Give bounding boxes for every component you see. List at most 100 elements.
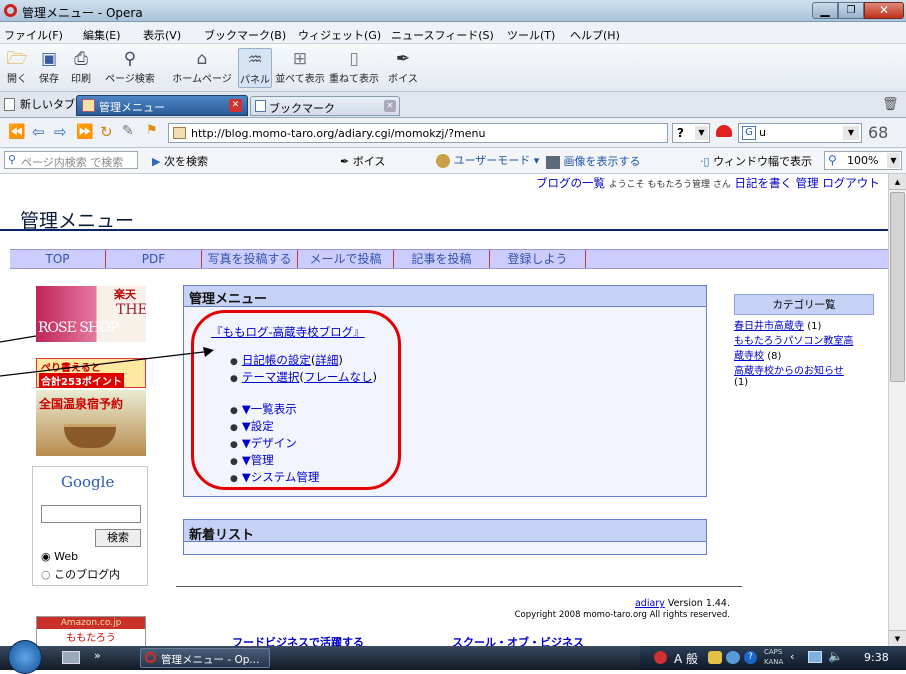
- admin-link[interactable]: 管理: [796, 176, 819, 190]
- menu-bookmarks[interactable]: ブックマーク(B): [204, 27, 286, 43]
- fit-width-button[interactable]: ·▯ ウィンドウ幅で表示: [700, 153, 812, 169]
- nav-top[interactable]: TOP: [10, 250, 106, 268]
- ime-indicator[interactable]: A 般: [674, 650, 698, 667]
- edit-icon[interactable]: ✎: [122, 123, 134, 139]
- ime-tool-icon[interactable]: [708, 651, 722, 664]
- network-icon[interactable]: [808, 651, 822, 663]
- magnifier-icon: ⚲: [123, 49, 137, 69]
- zoom-binoculars-icon[interactable]: 68: [868, 123, 888, 142]
- title-underline: [0, 229, 888, 231]
- find-input[interactable]: ⚲ ページ内検索 で検索: [4, 151, 138, 169]
- wooden-tub-icon: [64, 424, 116, 448]
- nav-mail[interactable]: メールで投稿: [298, 250, 394, 268]
- adiary-link[interactable]: adiary: [635, 598, 665, 609]
- panel-button[interactable]: ♒ パネル: [238, 48, 272, 88]
- tab-bookmarks-label: ブックマーク: [269, 102, 335, 115]
- tab-bookmarks[interactable]: ブックマーク ✕: [250, 96, 400, 116]
- home-button[interactable]: ⌂ ホームページ: [170, 48, 234, 88]
- menu-edit[interactable]: 編集(E): [83, 27, 121, 43]
- restore-button[interactable]: ❐: [838, 2, 864, 19]
- tile-button[interactable]: ⊞ 並べて表示: [274, 48, 326, 88]
- nav-register[interactable]: 登録しよう: [490, 250, 586, 268]
- start-button[interactable]: [8, 640, 42, 674]
- tray-chevron-icon[interactable]: ‹: [790, 650, 794, 663]
- back-icon[interactable]: ⇦: [32, 123, 45, 141]
- reload-icon[interactable]: ↻: [100, 123, 113, 141]
- url-field[interactable]: http://blog.momo-taro.org/adiary.cgi/mom…: [168, 123, 668, 143]
- trash-icon[interactable]: 🗑: [882, 97, 899, 112]
- scroll-up-icon[interactable]: ▲: [889, 174, 906, 190]
- voice-button[interactable]: ✒ ボイス: [384, 48, 422, 88]
- minimize-button[interactable]: ▁: [812, 2, 838, 19]
- opera-logo-icon: [4, 4, 17, 17]
- onsen-label: 全国温泉宿予約: [39, 397, 124, 411]
- amazon-banner[interactable]: Amazon.co.jp ももたろう: [36, 616, 146, 646]
- rewind-icon[interactable]: ⏪: [8, 124, 25, 140]
- taskbar-task-label: 管理メニュー - Op...: [161, 654, 260, 666]
- google-query-input[interactable]: [41, 505, 141, 523]
- tab-close-icon[interactable]: ✕: [384, 100, 396, 112]
- menu-widgets[interactable]: ウィジェット(G): [298, 27, 381, 43]
- new-tab-button[interactable]: 新しいタブ: [4, 96, 75, 114]
- category-box: カテゴリ一覧 春日井市高蔵寺 (1) ももたろうパソコン教室高 蔵寺校 (8) …: [734, 294, 886, 388]
- open-button[interactable]: 🗁 開く: [2, 48, 32, 88]
- blog-list-link[interactable]: ブログの一覧: [536, 176, 605, 190]
- page-favicon: [82, 99, 95, 112]
- logout-link[interactable]: ログアウト: [822, 176, 880, 190]
- voice-toolbar-button[interactable]: ✒ ボイス: [340, 153, 385, 169]
- nav-pdf[interactable]: PDF: [106, 250, 202, 268]
- radio-blog[interactable]: ○ このブログ内: [41, 566, 120, 582]
- nav-photo[interactable]: 写真を投稿する: [202, 250, 298, 268]
- fit-width-icon: ·▯: [700, 155, 710, 168]
- google-search-button[interactable]: 検索: [95, 529, 141, 547]
- help-dropdown[interactable]: ? ▼: [672, 123, 710, 143]
- save-button[interactable]: ▣ 保存: [34, 48, 64, 88]
- show-desktop-icon[interactable]: [62, 651, 80, 664]
- search-field[interactable]: G u ▼: [738, 123, 862, 143]
- menu-feeds[interactable]: ニュースフィード(S): [391, 27, 494, 43]
- menu-help[interactable]: ヘルプ(H): [570, 27, 620, 43]
- play-icon: ▶: [152, 155, 164, 168]
- menu-tools[interactable]: ツール(T): [507, 27, 555, 43]
- ime-dict-icon[interactable]: [726, 651, 740, 664]
- taskbar-opera-window[interactable]: 管理メニュー - Op...: [140, 648, 270, 668]
- scroll-thumb[interactable]: [890, 192, 905, 382]
- amazon-title: ももたろう: [66, 633, 116, 644]
- search-engine-icon[interactable]: [716, 125, 732, 137]
- radio-web[interactable]: ◉ Web: [41, 550, 78, 563]
- find-next-button[interactable]: ▶ 次を検索: [152, 153, 208, 169]
- quicklaunch-more-icon[interactable]: »: [94, 649, 101, 662]
- close-button[interactable]: ✕: [864, 2, 904, 19]
- zoom-dropdown[interactable]: ⚲ 100% ▼: [824, 151, 902, 170]
- scroll-down-icon[interactable]: ▼: [889, 630, 906, 646]
- footer-link-food[interactable]: フードビジネスで活躍する: [232, 634, 364, 646]
- volume-icon[interactable]: 🔈: [828, 649, 843, 663]
- category-link[interactable]: 蔵寺校: [734, 351, 764, 362]
- nav-post[interactable]: 記事を投稿: [394, 250, 490, 268]
- tray-alert-icon[interactable]: [654, 651, 667, 664]
- category-link[interactable]: ももたろうパソコン教室高: [734, 336, 853, 347]
- tab-close-icon[interactable]: ✕: [229, 99, 242, 112]
- print-button[interactable]: ⎙ 印刷: [66, 48, 96, 88]
- footer-version: adiary Version 1.44.: [500, 598, 730, 609]
- cascade-button[interactable]: ▯ 重ねて表示: [328, 48, 380, 88]
- category-link[interactable]: 春日井市高蔵寺: [734, 321, 804, 332]
- fast-forward-icon[interactable]: ⏩: [76, 124, 93, 140]
- help-circle-icon[interactable]: ?: [744, 651, 757, 664]
- new-tab-label: 新しいタブ: [20, 98, 75, 111]
- write-diary-link[interactable]: 日記を書く: [735, 176, 793, 190]
- tab-admin-menu[interactable]: 管理メニュー ✕: [76, 95, 248, 116]
- page-search-button[interactable]: ⚲ ページ検索: [98, 48, 162, 88]
- vertical-scrollbar[interactable]: ▲ ▼: [888, 174, 906, 646]
- footer-link-school[interactable]: スクール・オブ・ビジネス: [452, 634, 584, 646]
- onsen-banner[interactable]: 全国温泉宿予約: [36, 390, 146, 456]
- menu-view[interactable]: 表示(V): [143, 27, 181, 43]
- category-link[interactable]: 高蔵寺校からのお知らせ: [734, 366, 844, 377]
- show-images-button[interactable]: 画像を表示する: [546, 153, 641, 169]
- open-label: 開く: [7, 74, 27, 85]
- wand-icon[interactable]: ⚑: [146, 123, 158, 138]
- forward-icon[interactable]: ⇨: [54, 123, 67, 141]
- user-mode-button[interactable]: ユーザーモード ▾: [436, 152, 539, 168]
- menu-file[interactable]: ファイル(F): [4, 27, 63, 43]
- page-search-label: ページ検索: [105, 74, 155, 85]
